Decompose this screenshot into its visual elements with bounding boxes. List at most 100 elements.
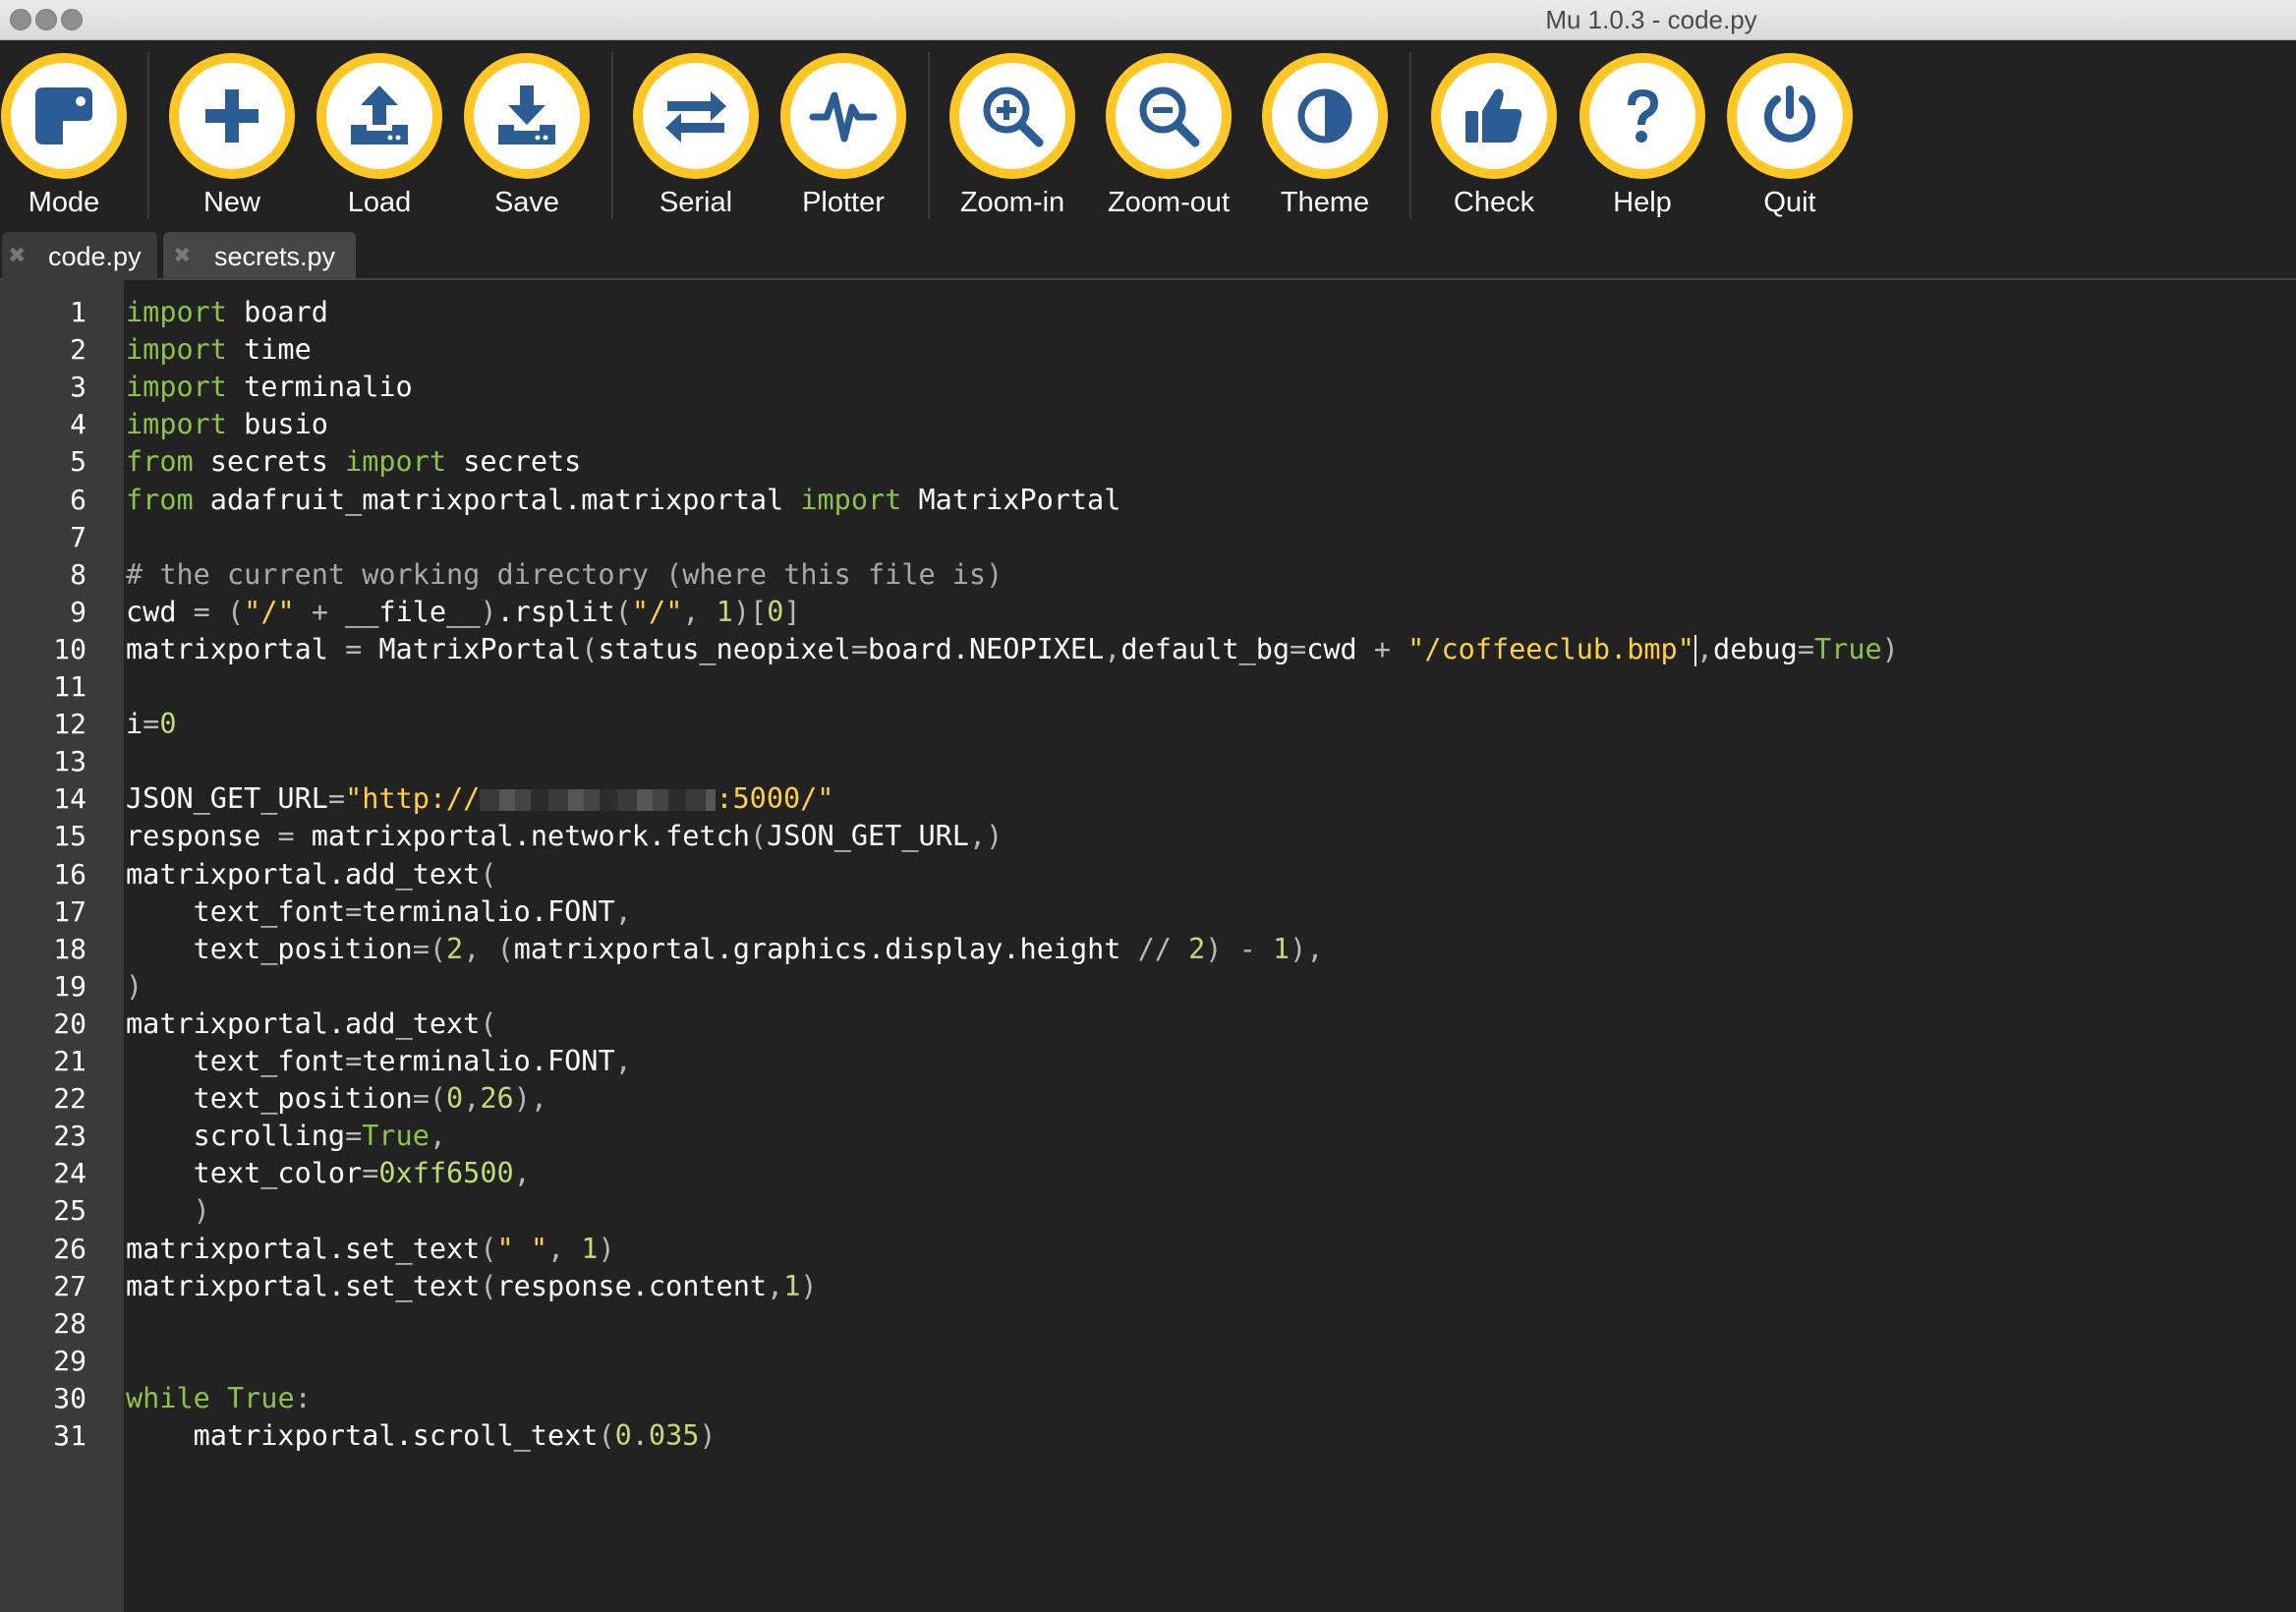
code-line[interactable]: matrixportal.add_text( (126, 856, 497, 893)
serial-button[interactable]: Serial (617, 53, 775, 222)
code-token: "http:// (345, 782, 481, 816)
code-token: 0 (159, 708, 177, 741)
tab-code-py[interactable]: ✖ code.py (2, 232, 157, 280)
theme-button[interactable]: Theme (1246, 53, 1404, 222)
code-line[interactable]: text_color=0xff6500, (126, 1155, 531, 1192)
code-token: import (126, 371, 227, 404)
tab-label: code.py (48, 242, 142, 271)
code-token: , (1104, 632, 1121, 665)
close-tab-icon[interactable]: ✖ (8, 244, 26, 268)
code-line[interactable]: import terminalio (126, 369, 413, 406)
code-line[interactable]: response = matrixportal.network.fetch(JS… (126, 818, 1003, 855)
code-token: = (277, 820, 295, 853)
new-button[interactable]: New (153, 53, 311, 222)
code-line[interactable]: matrixportal.add_text( (126, 1006, 497, 1043)
line-number: 4 (70, 408, 86, 441)
code-token: matrixportal (126, 632, 346, 665)
code-line[interactable]: JSON_GET_URL="http://:5000/" (126, 780, 833, 818)
quit-button[interactable]: Quit (1711, 53, 1868, 222)
code-token: ( (614, 595, 632, 628)
code-line[interactable]: text_position=(2, (matrixportal.graphics… (126, 931, 1324, 968)
code-token: ( (496, 932, 514, 965)
code-token: = (1797, 632, 1815, 665)
code-line[interactable]: # the current working directory (where t… (126, 556, 1003, 594)
code-line[interactable]: ) (126, 968, 143, 1006)
code-line[interactable]: import time (126, 331, 312, 369)
code-line[interactable]: i=0 (126, 706, 177, 743)
line-number: 23 (53, 1120, 86, 1153)
code-token: status_neopixel (598, 632, 851, 665)
check-button[interactable]: Check (1415, 53, 1573, 222)
code-token: 0 (767, 595, 784, 628)
code-token: , (1306, 932, 1324, 965)
code-token: 0 (446, 1082, 464, 1116)
code-token: matrixportal.scroll_text (126, 1419, 599, 1452)
code-token: 1 (716, 595, 733, 628)
code-token: cwd (126, 595, 194, 628)
save-label: Save (493, 187, 560, 218)
code-line[interactable]: from secrets import secrets (126, 443, 581, 481)
pulse-icon (809, 91, 878, 143)
code-token: matrixportal.add_text (126, 857, 481, 891)
mode-icon (35, 87, 92, 144)
zoom-out-label: Zoom-out (1107, 187, 1231, 218)
code-line[interactable]: matrixportal.set_text(response.content,1… (126, 1268, 818, 1305)
code-line[interactable]: scrolling=True, (126, 1118, 446, 1155)
code-line[interactable]: import busio (126, 406, 328, 443)
code-editor[interactable]: 1 2 3 4 5 6 7 8 9 10 11 12 13 14 15 16 17 18 19 20 21 22 23 24 2… (0, 280, 2296, 1612)
code-line[interactable]: text_font=terminalio.FONT, (126, 1043, 632, 1080)
code-line[interactable]: matrixportal.set_text(" ", 1) (126, 1231, 615, 1268)
code-line[interactable]: matrixportal.scroll_text(0.035) (126, 1417, 717, 1455)
code-token: , (767, 1269, 784, 1302)
zoom-in-label: Zoom-in (959, 187, 1065, 218)
code-token: ( (480, 1232, 497, 1265)
code-token: + (1373, 632, 1391, 665)
close-window-button[interactable] (10, 9, 31, 30)
code-line[interactable]: matrixportal = MatrixPortal(status_neopi… (126, 631, 1899, 668)
code-token: ) (732, 595, 751, 628)
code-token: .rsplit (496, 595, 615, 628)
toolbar-divider (1409, 52, 1411, 219)
code-token: __file__ (327, 595, 481, 628)
line-number: 5 (70, 445, 86, 479)
code-line[interactable]: from adafruit_matrixportal.matrixportal … (126, 482, 1120, 519)
line-number: 8 (70, 557, 86, 591)
code-line[interactable]: text_font=terminalio.FONT, (126, 893, 632, 931)
half-circle-icon (1297, 88, 1352, 144)
code-token: text_color (126, 1157, 363, 1190)
plotter-button[interactable]: Plotter (765, 53, 922, 222)
code-line[interactable]: text_position=(0,26), (126, 1080, 547, 1118)
line-number: 7 (70, 520, 86, 553)
code-line[interactable]: ) (126, 1192, 210, 1230)
code-token: response.content (496, 1269, 768, 1302)
close-tab-icon[interactable]: ✖ (173, 244, 191, 268)
zoom-in-button[interactable]: Zoom-in (934, 53, 1091, 222)
code-token: ) (513, 1082, 531, 1116)
line-number: 17 (53, 894, 86, 928)
code-token: = (412, 932, 430, 965)
code-token: board (226, 296, 328, 328)
code-token: "/" (244, 595, 295, 628)
maximize-window-button[interactable] (61, 9, 83, 30)
code-token: ( (581, 632, 599, 665)
code-line[interactable]: while True: (126, 1380, 312, 1417)
help-button[interactable]: Help (1564, 53, 1721, 222)
load-button[interactable]: Load (301, 53, 458, 222)
zoom-out-button[interactable]: Zoom-out (1090, 53, 1247, 222)
code-line[interactable]: cwd = ("/" + __file__).rsplit("/", 1)[0] (126, 594, 801, 631)
line-number: 19 (53, 969, 86, 1003)
line-number: 12 (53, 708, 86, 741)
tab-label: secrets.py (214, 242, 336, 271)
mode-button[interactable]: Mode (0, 53, 143, 222)
code-line[interactable]: import board (126, 294, 328, 331)
code-token: JSON_GET_URL (767, 820, 969, 853)
minimize-window-button[interactable] (35, 9, 57, 30)
tab-secrets-py[interactable]: ✖ secrets.py (163, 232, 356, 280)
code-token: = (327, 782, 346, 816)
code-token: 2 (1188, 932, 1206, 965)
theme-label: Theme (1280, 187, 1370, 218)
save-button[interactable]: Save (448, 53, 605, 222)
